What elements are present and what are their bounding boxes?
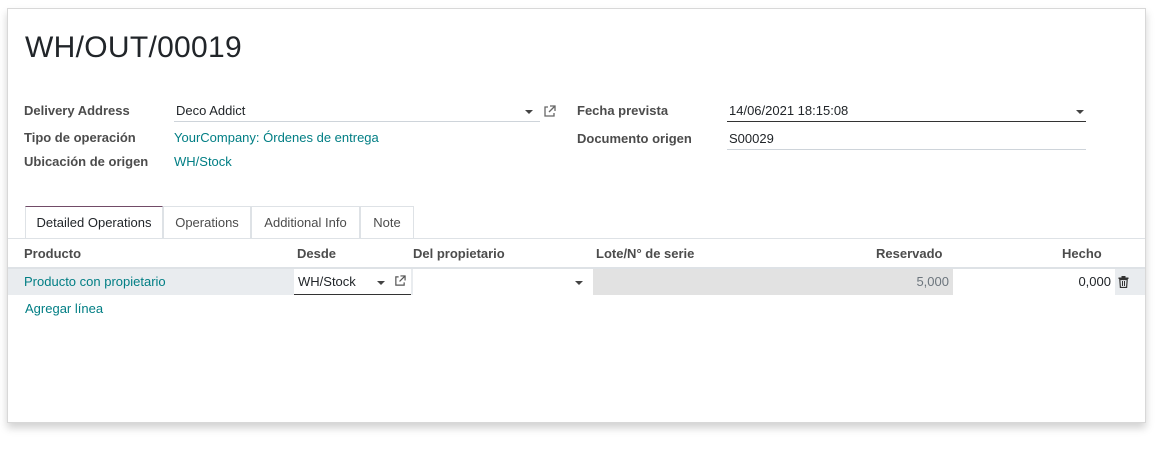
source-document-field[interactable]: S00029	[727, 128, 1086, 150]
page-background: WH/OUT/00019 Delivery Address Deco Addic…	[0, 0, 1165, 450]
scheduled-date-value: 14/06/2021 18:15:08	[729, 103, 849, 118]
source-location-link[interactable]: WH/Stock	[174, 154, 232, 169]
product-cell[interactable]: Producto con propietario	[24, 274, 166, 289]
tab-additional-info[interactable]: Additional Info	[251, 206, 360, 238]
delivery-address-value: Deco Addict	[176, 103, 246, 118]
column-header-from[interactable]: Desde	[297, 246, 336, 261]
scheduled-date-field[interactable]: 14/06/2021 18:15:08	[727, 100, 1086, 122]
delivery-address-field[interactable]: Deco Addict	[174, 100, 540, 122]
done-quantity-input[interactable]: 0,000	[953, 269, 1115, 295]
from-location-value: WH/Stock	[298, 274, 356, 289]
tabs-divider	[8, 238, 1145, 239]
table-row[interactable]: Producto con propietario WH/Stock 5,000	[8, 269, 1145, 295]
done-value: 0,000	[1078, 274, 1111, 289]
reserved-cell: 5,000	[791, 269, 953, 295]
column-header-owner[interactable]: Del propietario	[413, 246, 505, 261]
external-link-icon[interactable]	[543, 105, 556, 118]
add-line-link[interactable]: Agregar línea	[25, 301, 103, 316]
form-sheet: WH/OUT/00019 Delivery Address Deco Addic…	[7, 8, 1146, 423]
operation-type-label: Tipo de operación	[24, 130, 136, 145]
caret-down-icon[interactable]	[575, 281, 583, 285]
caret-down-icon[interactable]	[1076, 110, 1084, 114]
from-location-field[interactable]: WH/Stock	[294, 269, 411, 295]
tab-operations[interactable]: Operations	[163, 206, 251, 238]
column-header-done[interactable]: Hecho	[1062, 246, 1102, 261]
owner-field[interactable]	[413, 269, 593, 295]
scheduled-date-label: Fecha prevista	[577, 103, 669, 118]
external-link-icon[interactable]	[394, 275, 406, 287]
caret-down-icon[interactable]	[377, 281, 385, 285]
caret-down-icon[interactable]	[525, 110, 533, 114]
tab-detailed-operations[interactable]: Detailed Operations	[25, 206, 163, 239]
operation-type-link[interactable]: YourCompany: Órdenes de entrega	[174, 130, 379, 145]
source-document-label: Documento origen	[577, 131, 692, 146]
column-header-product[interactable]: Producto	[24, 246, 81, 261]
column-header-lot[interactable]: Lote/N° de serie	[596, 246, 694, 261]
delivery-address-label: Delivery Address	[24, 103, 130, 118]
source-document-value: S00029	[729, 131, 774, 146]
lot-field[interactable]	[593, 269, 791, 295]
tab-note[interactable]: Note	[360, 206, 414, 238]
record-title: WH/OUT/00019	[25, 31, 242, 64]
column-header-reserved[interactable]: Reservado	[876, 246, 942, 261]
trash-icon[interactable]	[1118, 276, 1129, 288]
reserved-value: 5,000	[916, 274, 949, 289]
source-location-label: Ubicación de origen	[24, 154, 149, 169]
